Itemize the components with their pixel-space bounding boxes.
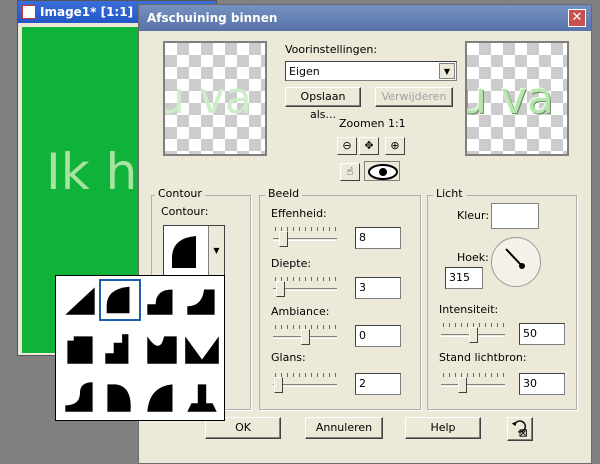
diepte-input[interactable]: 3 <box>355 277 401 299</box>
effenheid-slider[interactable] <box>273 227 339 247</box>
dialog-title: Afschuining binnen <box>147 11 278 25</box>
ambiance-slider[interactable] <box>273 325 339 345</box>
presets-value: Eigen <box>289 65 320 78</box>
elevation-input[interactable]: 30 <box>519 373 565 395</box>
angle-input[interactable]: 315 <box>445 267 483 289</box>
contour-shape-round-selected[interactable] <box>99 279 141 321</box>
intensity-slider[interactable] <box>441 323 507 343</box>
contour-label: Contour: <box>161 205 209 218</box>
zoom-out-icon[interactable]: ⊖ <box>337 137 357 155</box>
ambiance-label: Ambiance: <box>271 305 330 318</box>
delete-button[interactable]: Verwijderen <box>375 87 453 107</box>
diepte-label: Diepte: <box>271 257 312 270</box>
ambiance-input[interactable]: 0 <box>355 325 401 347</box>
slider-thumb[interactable] <box>457 377 467 393</box>
angle-label: Hoek: <box>457 251 489 264</box>
save-as-button[interactable]: Opslaan als... <box>285 87 361 121</box>
intensity-label: Intensiteit: <box>439 303 499 316</box>
chevron-down-icon[interactable]: ▼ <box>439 63 455 79</box>
contour-picker[interactable]: ▼ <box>163 225 225 277</box>
elevation-label: Stand lichtbron: <box>439 351 527 364</box>
contour-shape-icon <box>172 236 196 268</box>
contour-shape-bullnose[interactable] <box>99 376 141 418</box>
contour-shape-block[interactable] <box>59 328 101 370</box>
effenheid-label: Effenheid: <box>271 207 327 220</box>
glans-label: Glans: <box>271 351 306 364</box>
color-label: Kleur: <box>457 209 490 222</box>
image-window-title: Image1* [1:1] (B <box>40 5 152 19</box>
contour-shape-flare[interactable] <box>181 376 223 418</box>
slider-thumb[interactable] <box>301 329 310 345</box>
eye-icon[interactable] <box>364 161 400 181</box>
contour-shape-ogee[interactable] <box>59 376 101 418</box>
zoom-in-icon[interactable]: ⊕ <box>385 137 405 155</box>
contour-shape-stepped[interactable] <box>99 328 141 370</box>
glans-slider[interactable] <box>273 373 339 393</box>
contour-group-label: Contour <box>155 187 205 200</box>
contour-shape-double-cove[interactable] <box>141 328 183 370</box>
contour-shape-quarter[interactable] <box>141 376 183 418</box>
hand-icon[interactable]: ☝ <box>340 163 360 181</box>
preview-after-text: u va <box>465 73 554 124</box>
light-group-label: Licht <box>433 187 466 200</box>
slider-thumb[interactable] <box>469 327 478 343</box>
diepte-slider[interactable] <box>273 277 339 297</box>
preview-before-text: u va <box>163 73 252 124</box>
contour-shape-step-round[interactable] <box>141 279 183 321</box>
image-group-label: Beeld <box>265 187 303 200</box>
preview-before[interactable]: u va <box>163 41 267 156</box>
presets-label: Voorinstellingen: <box>285 43 378 56</box>
cancel-button[interactable]: Annuleren <box>305 417 383 439</box>
reset-icon[interactable] <box>507 417 533 441</box>
close-button[interactable]: ✕ <box>568 9 586 27</box>
presets-select[interactable]: Eigen ▼ <box>285 61 457 81</box>
preview-after: u va <box>465 41 569 156</box>
canvas-text: Ik h <box>46 143 138 201</box>
contour-dropdown[interactable] <box>55 275 225 421</box>
zoom-label: Zoomen 1:1 <box>339 117 406 130</box>
dialog-titlebar[interactable]: Afschuining binnen <box>139 5 591 31</box>
slider-thumb[interactable] <box>274 377 284 393</box>
elevation-slider[interactable] <box>441 373 507 393</box>
slider-thumb[interactable] <box>275 281 285 297</box>
pan-icon[interactable]: ✥ <box>359 137 379 155</box>
light-color-swatch[interactable] <box>491 203 539 229</box>
chevron-down-icon[interactable]: ▼ <box>208 226 224 276</box>
contour-shape-v-notch[interactable] <box>181 328 223 370</box>
effenheid-input[interactable]: 8 <box>355 227 401 249</box>
image-window-icon <box>22 5 36 19</box>
contour-shape-cove[interactable] <box>181 279 223 321</box>
slider-thumb[interactable] <box>278 231 288 247</box>
angle-dial[interactable] <box>491 237 541 287</box>
contour-shape-linear[interactable] <box>59 279 101 321</box>
help-button[interactable]: Help <box>405 417 481 439</box>
glans-input[interactable]: 2 <box>355 373 401 395</box>
intensity-input[interactable]: 50 <box>519 323 565 345</box>
